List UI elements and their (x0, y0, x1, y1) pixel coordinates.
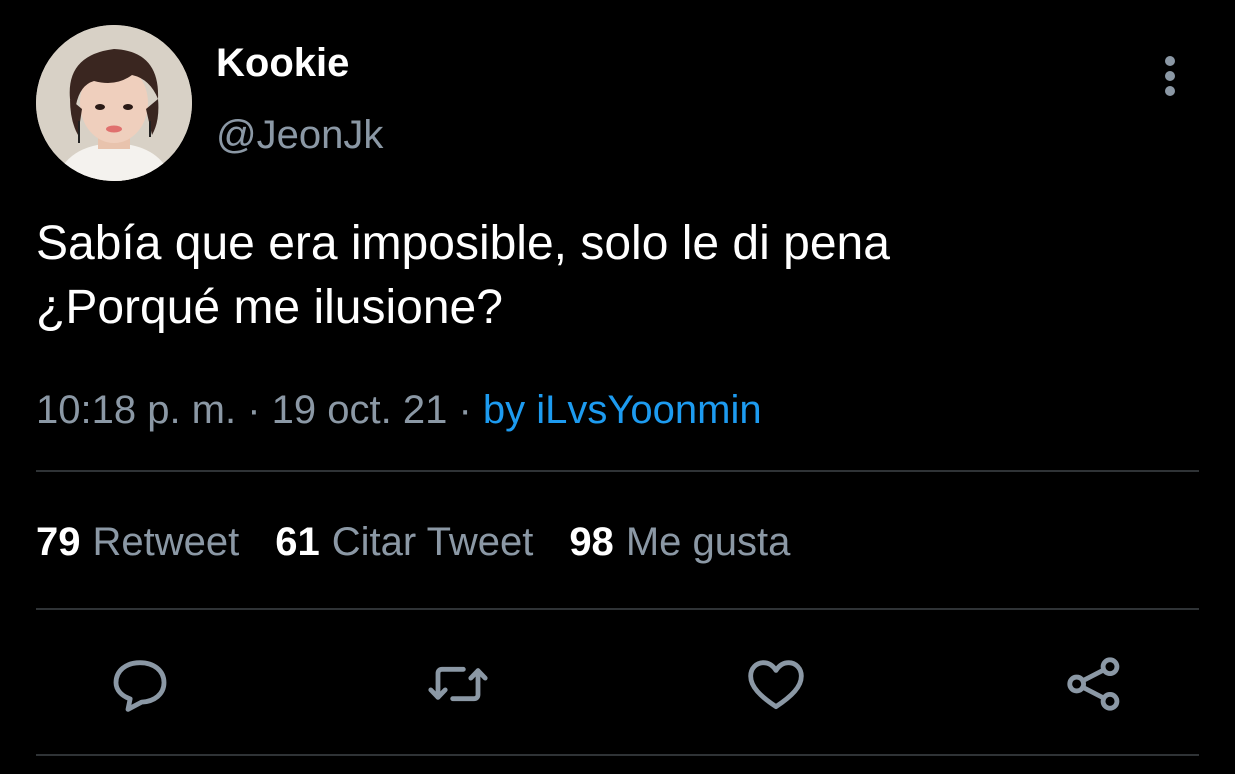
reply-icon[interactable] (108, 652, 172, 716)
retweets-stat[interactable]: 79 Retweet (36, 518, 239, 566)
tweet-text-line: Sabía que era imposible, solo le di pena (36, 217, 890, 270)
heart-icon[interactable] (744, 652, 808, 716)
retweet-icon[interactable] (426, 652, 490, 716)
more-options-icon[interactable] (1152, 52, 1188, 100)
likes-count: 98 (569, 520, 614, 564)
quotes-label: Citar Tweet (331, 520, 534, 564)
tweet-source-link[interactable]: by iLvsYoonmin (483, 388, 762, 432)
share-icon[interactable] (1062, 652, 1126, 716)
retweets-count: 79 (36, 520, 81, 564)
divider (36, 754, 1199, 756)
avatar[interactable] (36, 25, 192, 181)
quotes-count: 61 (275, 520, 320, 564)
avatar-photo (36, 25, 192, 181)
meta-separator: · (447, 388, 483, 432)
tweet-time[interactable]: 10:18 p. m. (36, 388, 236, 432)
meta-separator: · (236, 388, 272, 432)
divider (36, 470, 1199, 472)
display-name[interactable]: Kookie (216, 40, 349, 86)
retweets-label: Retweet (92, 520, 240, 564)
tweet-text-line: ¿Porqué me ilusione? (36, 281, 503, 334)
user-handle[interactable]: @JeonJk (216, 112, 383, 158)
likes-label: Me gusta (625, 520, 791, 564)
likes-stat[interactable]: 98 Me gusta (569, 518, 790, 566)
tweet-text: Sabía que era imposible, solo le di pena… (36, 212, 1206, 340)
divider (36, 608, 1199, 610)
tweet-date[interactable]: 19 oct. 21 (272, 388, 448, 432)
tweet-stats: 79 Retweet 61 Citar Tweet 98 Me gusta (36, 518, 826, 566)
tweet-metadata: 10:18 p. m. · 19 oct. 21 · by iLvsYoonmi… (36, 386, 762, 434)
quotes-stat[interactable]: 61 Citar Tweet (275, 518, 533, 566)
